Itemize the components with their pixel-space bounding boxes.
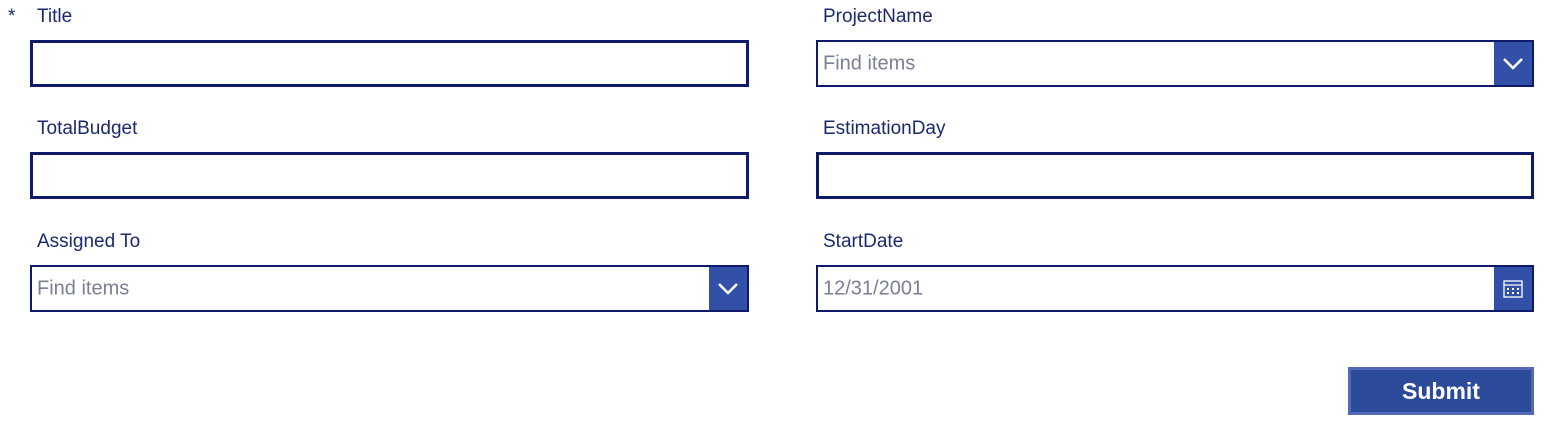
total-budget-input[interactable] — [30, 152, 749, 199]
estimation-day-label: EstimationDay — [823, 118, 946, 139]
title-label: Title — [37, 6, 73, 27]
start-date-placeholder: 12/31/2001 — [823, 277, 924, 299]
assigned-to-expand-button[interactable] — [709, 267, 747, 310]
total-budget-label: TotalBudget — [37, 118, 138, 139]
chevron-down-icon — [718, 282, 738, 295]
project-name-expand-button[interactable] — [1494, 42, 1532, 85]
title-input[interactable] — [30, 40, 749, 87]
start-date-picker[interactable]: 12/31/2001 — [816, 265, 1534, 312]
assigned-to-label: Assigned To — [37, 231, 141, 252]
start-date-label: StartDate — [823, 231, 904, 252]
project-name-label: ProjectName — [823, 6, 933, 27]
calendar-icon — [1503, 279, 1523, 298]
estimation-day-input[interactable] — [816, 152, 1534, 199]
required-marker: * — [8, 6, 16, 27]
assigned-to-dropdown[interactable]: Find items — [30, 265, 749, 312]
project-name-placeholder: Find items — [823, 52, 916, 74]
start-date-calendar-button[interactable] — [1494, 267, 1532, 310]
assigned-to-placeholder: Find items — [37, 277, 130, 299]
chevron-down-icon — [1503, 57, 1523, 70]
submit-button[interactable]: Submit — [1348, 367, 1534, 415]
project-name-dropdown[interactable]: Find items — [816, 40, 1534, 87]
